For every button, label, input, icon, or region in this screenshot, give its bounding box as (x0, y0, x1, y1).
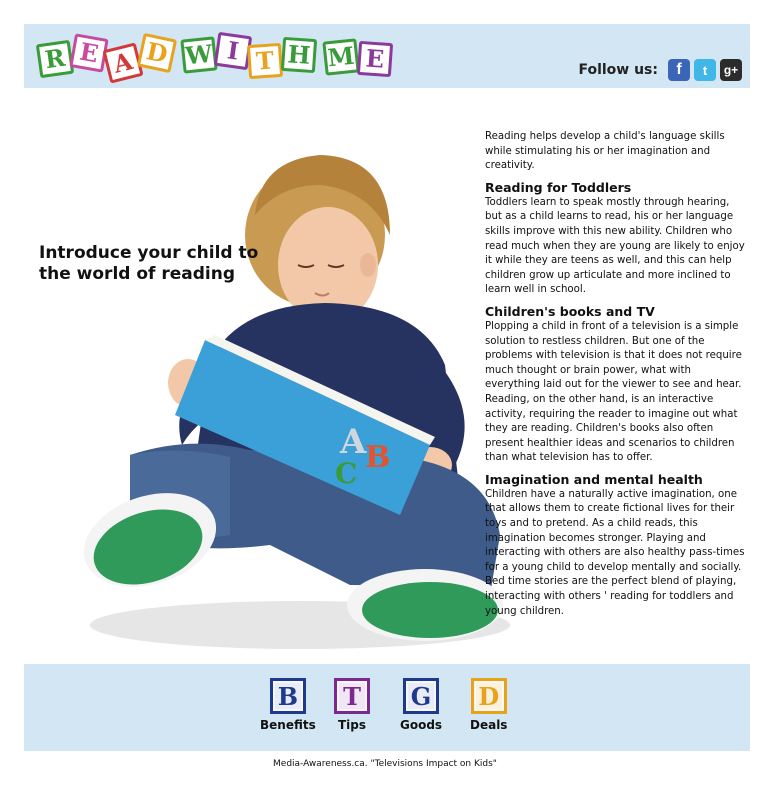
svg-text:B: B (365, 440, 390, 475)
tips-block-icon: T (334, 678, 370, 714)
logo-block-t: T (246, 42, 284, 80)
section-body-toddlers: Toddlers learn to speak mostly through h… (485, 196, 745, 296)
child-reading-photo: A B C (83, 155, 510, 649)
svg-text:C: C (335, 457, 357, 490)
section-body-imagination: Children have a naturally active imagina… (485, 488, 745, 617)
svg-text:A: A (339, 422, 367, 462)
article-content: Reading helps develop a child's language… (485, 130, 745, 625)
nav-label-goods: Goods (400, 718, 443, 732)
footer-nav: B Benefits T Tips G Goods D Deals (24, 664, 750, 751)
logo-block-w: W (180, 36, 218, 74)
nav-tips[interactable]: T Tips (334, 678, 370, 732)
nav-label-deals: Deals (470, 718, 508, 732)
logo-block-d: D (136, 32, 178, 74)
nav-label-tips: Tips (337, 718, 367, 732)
deals-block-icon: D (470, 678, 507, 714)
twitter-icon[interactable]: t (694, 59, 716, 81)
section-heading-toddlers: Reading for Toddlers (485, 179, 632, 195)
header-bar: R E A D W I T H M E Follow us: f t g+ (24, 24, 750, 88)
google-plus-icon[interactable]: g+ (720, 59, 742, 81)
logo-block-r: R (35, 39, 75, 79)
section-body-books-tv: Plopping a child in front of a televisio… (485, 320, 742, 464)
logo-block-m: M (322, 38, 360, 76)
source-credit: Media-Awareness.ca. "Televisions Impact … (273, 759, 497, 769)
nav-label-benefits: Benefits (260, 718, 316, 732)
section-heading-books-tv: Children's books and TV (485, 303, 655, 319)
nav-benefits[interactable]: B Benefits (260, 678, 316, 732)
facebook-icon[interactable]: f (668, 59, 690, 81)
hero-title: Introduce your child to the world of rea… (39, 243, 259, 284)
nav-deals[interactable]: D Deals (470, 678, 507, 732)
nav-goods[interactable]: G Goods (400, 678, 442, 732)
benefits-block-icon: B (269, 678, 306, 714)
logo-block-h: H (280, 36, 318, 74)
logo-block-e2: E (356, 40, 394, 78)
read-with-me-logo[interactable]: R E A D W I T H M E (34, 31, 394, 84)
intro-paragraph: Reading helps develop a child's language… (485, 131, 725, 172)
follow-us-label: Follow us: (578, 62, 658, 78)
section-heading-imagination: Imagination and mental health (485, 471, 703, 487)
goods-block-icon: G (403, 678, 440, 714)
